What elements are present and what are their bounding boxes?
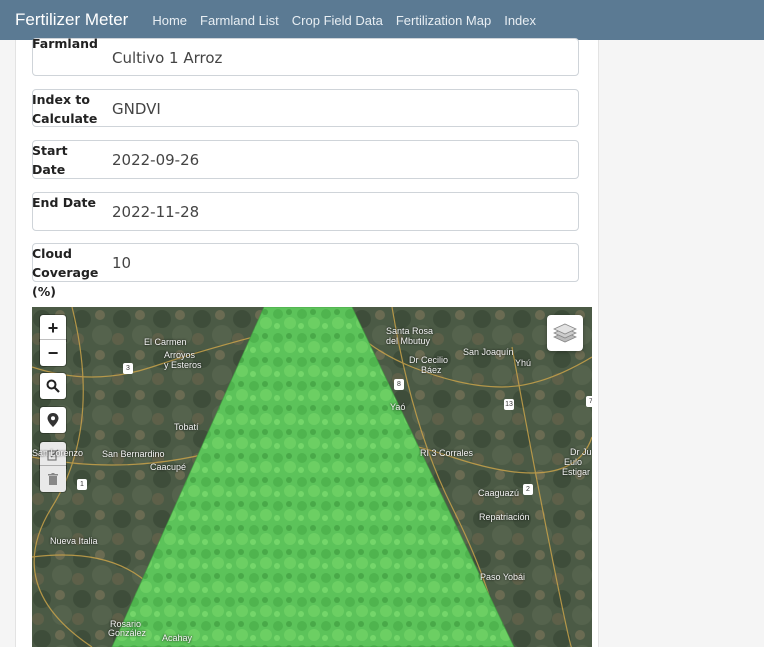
farmland-label: Farmland xyxy=(32,36,98,51)
cloud-field[interactable]: 10 xyxy=(32,243,579,282)
map-canvas xyxy=(32,307,592,647)
place-label: Dr Ju xyxy=(570,447,592,457)
place-label: Arroyos xyxy=(164,350,196,360)
start-date-field[interactable]: 2022-09-26 xyxy=(32,140,579,179)
place-label: del Mbutuy xyxy=(386,336,431,346)
place-label: y Esteros xyxy=(164,360,202,370)
place-label: Repatriación xyxy=(479,512,530,522)
search-icon xyxy=(46,379,60,393)
nav-link-crop-field-data[interactable]: Crop Field Data xyxy=(292,13,383,28)
index-label: Index to Calculate xyxy=(32,92,98,126)
place-label: Dr Cecilio xyxy=(409,355,449,365)
start-date-label: Start Date xyxy=(32,143,68,177)
index-field[interactable]: GNDVI xyxy=(32,89,579,127)
start-date-value: 2022-09-26 xyxy=(112,151,200,169)
nav-link-fertilization-map[interactable]: Fertilization Map xyxy=(396,13,491,28)
place-label: Acahay xyxy=(162,633,193,643)
end-date-field[interactable]: 2022-11-28 xyxy=(32,192,579,231)
place-label: Yhú xyxy=(515,358,532,368)
place-label: Caacupé xyxy=(150,462,187,472)
cloud-label: Cloud Coverage (%) xyxy=(32,246,99,299)
place-label: Santa Rosa xyxy=(386,326,434,336)
trash-icon xyxy=(48,473,58,485)
place-label: San Bernardino xyxy=(102,449,165,459)
route-shield: 8 xyxy=(394,379,404,390)
nav-link-index[interactable]: Index xyxy=(504,13,536,28)
nav-link-farmland-list[interactable]: Farmland List xyxy=(200,13,279,28)
place-label: San Joaquín xyxy=(463,347,514,357)
marker-button[interactable] xyxy=(40,407,66,433)
place-label: Nueva Italia xyxy=(50,536,98,546)
route-shield: 7 xyxy=(586,396,592,407)
layers-button[interactable] xyxy=(547,315,583,351)
map-pin-icon xyxy=(47,413,59,427)
place-label: Báez xyxy=(421,365,442,375)
place-label: San Lorenzo xyxy=(32,448,84,458)
route-shield: 2 xyxy=(523,484,533,495)
place-label: RI 3 Corrales xyxy=(420,448,474,458)
index-value: GNDVI xyxy=(112,100,161,118)
route-shield: 3 xyxy=(123,363,133,374)
zoom-out-button[interactable]: − xyxy=(40,340,66,366)
end-date-label: End Date xyxy=(32,195,97,210)
end-date-value: 2022-11-28 xyxy=(112,203,200,221)
nav-link-home[interactable]: Home xyxy=(152,13,187,28)
navbar: Fertilizer Meter Home Farmland List Crop… xyxy=(0,0,764,40)
search-button[interactable] xyxy=(40,373,66,399)
place-label: Caaguazú xyxy=(478,488,520,498)
farmland-field[interactable]: Cultivo 1 Arroz xyxy=(32,38,579,76)
route-shield: 1 xyxy=(77,479,87,490)
place-label: Estigar xyxy=(562,467,591,477)
place-label: Eulo xyxy=(564,457,583,467)
farmland-value: Cultivo 1 Arroz xyxy=(112,49,223,67)
brand[interactable]: Fertilizer Meter xyxy=(15,10,128,30)
place-label: Tobatí xyxy=(174,422,199,432)
delete-layers-button[interactable] xyxy=(40,466,66,492)
cloud-value: 10 xyxy=(112,254,132,272)
place-label: El Carmen xyxy=(144,337,187,347)
map[interactable]: + − Santa Rosa del Mbutuy San Joaquín Yh… xyxy=(32,307,592,647)
layers-icon xyxy=(553,323,577,343)
form-card: Cultivo 1 Arroz Farmland GNDVI Index to … xyxy=(15,36,599,647)
place-label: González xyxy=(108,628,147,638)
place-label: Yaó xyxy=(390,402,406,412)
place-label: Paso Yobái xyxy=(480,572,526,582)
route-shield: 13 xyxy=(504,399,514,410)
zoom-in-button[interactable]: + xyxy=(40,315,66,341)
